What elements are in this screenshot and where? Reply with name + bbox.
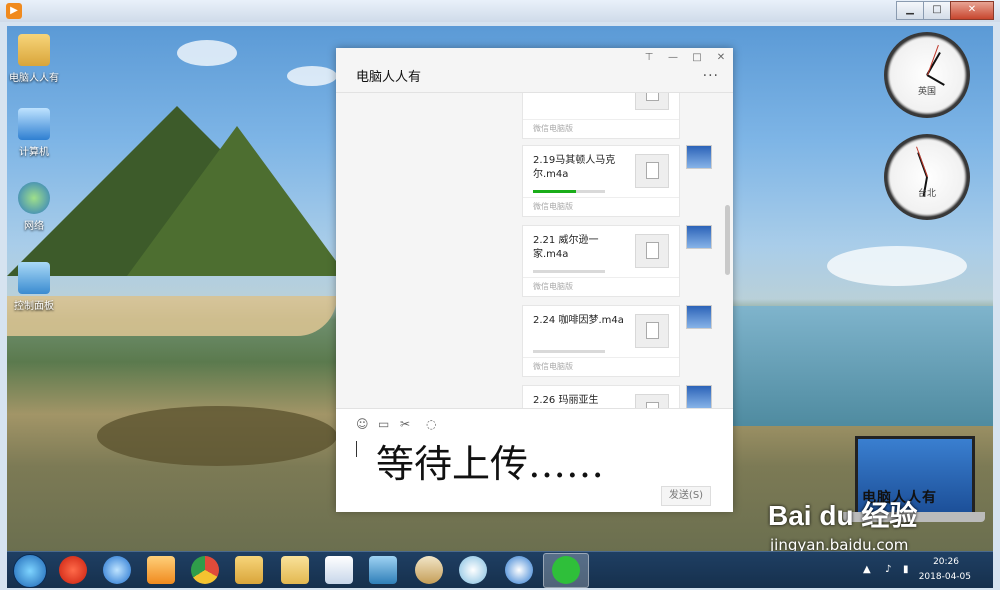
cloud bbox=[827, 246, 967, 286]
media-player-icon[interactable] bbox=[147, 556, 175, 584]
file-icon bbox=[635, 314, 669, 348]
cloud bbox=[177, 40, 237, 66]
file-message[interactable]: 微信电脑版 bbox=[522, 93, 680, 139]
maximize-icon[interactable]: □ bbox=[690, 52, 704, 63]
file-icon bbox=[635, 154, 669, 188]
clock-hand bbox=[916, 146, 928, 177]
file-message[interactable]: 2.26 玛丽亚生病.m4a bbox=[522, 385, 680, 408]
folder-icon bbox=[18, 34, 50, 66]
message-source: 微信电脑版 bbox=[523, 119, 679, 138]
cloud bbox=[287, 66, 337, 86]
flower-app-icon[interactable] bbox=[459, 556, 487, 584]
network-status-icon[interactable]: ▮ bbox=[903, 564, 909, 575]
file-message[interactable]: 2.24 咖啡因梦.m4a 微信电脑版 bbox=[522, 305, 680, 377]
document-icon[interactable] bbox=[325, 556, 353, 584]
clock-time[interactable]: 20:26 bbox=[933, 557, 959, 567]
file-name: 2.26 玛丽亚生病.m4a bbox=[533, 395, 599, 406]
message-list[interactable]: 微信电脑版 2.19马其顿人马克尔.m4a 微信电脑版 2.21 威尔逊一家.m… bbox=[336, 93, 733, 408]
avatar[interactable] bbox=[686, 145, 712, 169]
globe-browser-icon[interactable] bbox=[505, 556, 533, 584]
typed-text: 等待上传…… bbox=[376, 442, 605, 486]
network-icon bbox=[18, 182, 50, 214]
paint-icon[interactable] bbox=[415, 556, 443, 584]
clock-city: 英国 bbox=[917, 87, 936, 97]
clock-city: 台北 bbox=[917, 189, 936, 199]
more-options-icon[interactable]: ··· bbox=[703, 68, 719, 84]
desktop-icon-control-panel[interactable]: 控制面板 bbox=[7, 262, 64, 312]
message-source: 微信电脑版 bbox=[523, 357, 679, 376]
chat-header: ⊤ — □ ✕ 电脑人人有 ··· bbox=[336, 48, 733, 93]
file-name: 2.24 咖啡因梦.m4a bbox=[533, 315, 624, 326]
browser-icon[interactable] bbox=[103, 556, 131, 584]
message-input[interactable]: ☺ ▭ ✂ ◌ 等待上传…… 发送(S) bbox=[336, 408, 733, 512]
network-settings-icon[interactable] bbox=[369, 556, 397, 584]
avatar[interactable] bbox=[686, 385, 712, 408]
baidu-watermark: Bai du 经验 jingyan.baidu.com bbox=[768, 494, 917, 554]
wechat-chat-window: ⊤ — □ ✕ 电脑人人有 ··· 微信电脑版 2.19马其顿人马克尔.m4a … bbox=[336, 48, 733, 512]
scissors-icon[interactable]: ✂ bbox=[400, 417, 410, 431]
show-hidden-icons-icon[interactable]: ▲ bbox=[863, 564, 871, 575]
file-name: 2.21 威尔逊一家.m4a bbox=[533, 235, 599, 260]
file-icon bbox=[635, 93, 669, 110]
pin-icon[interactable]: ⊤ bbox=[642, 52, 656, 63]
active-task-wechat[interactable] bbox=[543, 553, 589, 588]
rocks bbox=[97, 406, 337, 466]
file-icon bbox=[635, 234, 669, 268]
upload-progress-bar bbox=[533, 190, 605, 193]
message-source: 微信电脑版 bbox=[523, 277, 679, 296]
mountain bbox=[127, 126, 347, 276]
outer-titlebar: ▶ ▁ □ ✕ bbox=[0, 0, 1000, 22]
upload-progress-bar bbox=[533, 270, 605, 273]
taskbar-app-icon[interactable] bbox=[59, 556, 87, 584]
message-source: 微信电脑版 bbox=[523, 197, 679, 216]
taskbar: ▲ ♪ ▮ 20:26 2018-04-05 bbox=[7, 551, 993, 588]
outer-window-controls: ▁ □ ✕ bbox=[896, 1, 994, 20]
file-name: 2.19马其顿人马克尔.m4a bbox=[533, 155, 616, 180]
clock-gadget[interactable]: 台北 bbox=[884, 134, 970, 220]
player-app-icon: ▶ bbox=[6, 3, 22, 19]
start-button-icon[interactable] bbox=[13, 554, 47, 588]
baidu-logo-text: Bai du 经验 bbox=[768, 500, 918, 531]
close-icon[interactable]: ✕ bbox=[714, 52, 728, 63]
file-icon bbox=[635, 394, 669, 408]
chat-bubble-icon[interactable]: ◌ bbox=[426, 417, 436, 431]
clock-hand bbox=[927, 44, 939, 76]
maximize-icon[interactable]: □ bbox=[923, 1, 951, 20]
desktop-icon-user-folder[interactable]: 电脑人人有 bbox=[7, 34, 64, 84]
outer-window: ▶ ▁ □ ✕ 电脑人人有 计算机 网络 控制面板 英国 台北 电脑人人有 ⊤ … bbox=[0, 0, 1000, 590]
notes-icon[interactable] bbox=[281, 556, 309, 584]
desktop-icon-computer[interactable]: 计算机 bbox=[7, 108, 64, 158]
desktop-icon-network[interactable]: 网络 bbox=[7, 182, 64, 232]
folder-icon[interactable]: ▭ bbox=[378, 417, 389, 431]
folder-icon[interactable] bbox=[235, 556, 263, 584]
upload-progress-fill bbox=[533, 190, 577, 193]
close-icon[interactable]: ✕ bbox=[950, 1, 994, 20]
chat-title: 电脑人人有 bbox=[356, 70, 422, 85]
minimize-icon[interactable]: ▁ bbox=[896, 1, 924, 20]
control-panel-icon bbox=[18, 262, 50, 294]
text-cursor bbox=[356, 441, 357, 457]
volume-icon[interactable]: ♪ bbox=[885, 564, 891, 575]
file-message[interactable]: 2.19马其顿人马克尔.m4a 微信电脑版 bbox=[522, 145, 680, 217]
clock-gadget[interactable]: 英国 bbox=[884, 32, 970, 118]
scrollbar[interactable] bbox=[725, 205, 730, 275]
computer-icon bbox=[18, 108, 50, 140]
system-tray: ▲ ♪ ▮ 20:26 2018-04-05 bbox=[849, 552, 989, 588]
sea bbox=[727, 306, 993, 426]
wechat-icon bbox=[552, 556, 580, 584]
clock-date[interactable]: 2018-04-05 bbox=[919, 572, 971, 582]
emoji-icon[interactable]: ☺ bbox=[356, 417, 369, 431]
avatar[interactable] bbox=[686, 305, 712, 329]
file-message[interactable]: 2.21 威尔逊一家.m4a 微信电脑版 bbox=[522, 225, 680, 297]
avatar[interactable] bbox=[686, 225, 712, 249]
chrome-icon[interactable] bbox=[191, 556, 219, 584]
upload-progress-bar bbox=[533, 350, 605, 353]
send-button[interactable]: 发送(S) bbox=[661, 486, 711, 506]
minimize-icon[interactable]: — bbox=[666, 52, 680, 63]
